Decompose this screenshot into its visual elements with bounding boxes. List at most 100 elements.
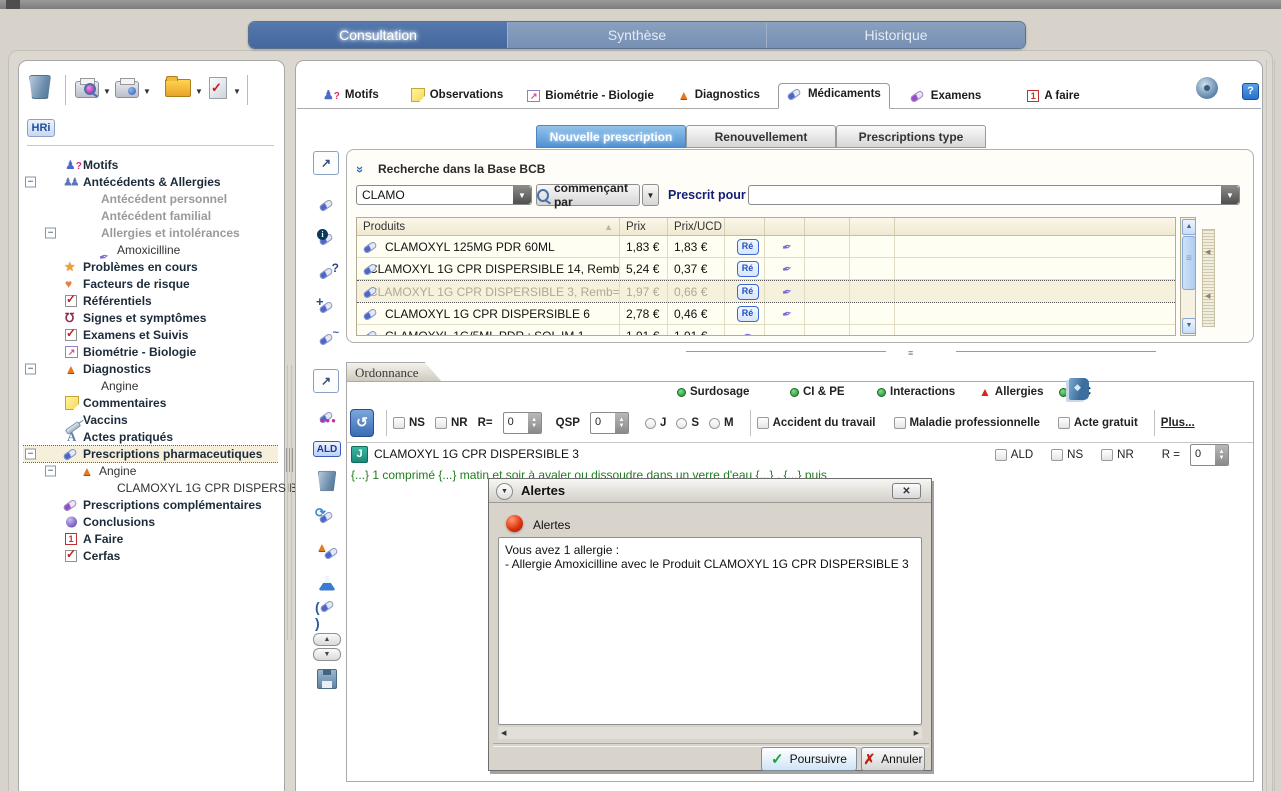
panel-splitter-grip[interactable]: [286, 448, 293, 472]
horizontal-splitter[interactable]: ≡: [686, 347, 1156, 355]
drug-info-button[interactable]: i: [315, 227, 339, 251]
move-down-button[interactable]: ▼: [313, 648, 341, 661]
tree-item-cerfas[interactable]: Cerfas: [23, 547, 278, 564]
referentiel-badge[interactable]: Ré: [737, 239, 759, 255]
expand-search-button[interactable]: ↗: [313, 151, 339, 175]
annuler-button[interactable]: ✗ Annuler: [861, 747, 925, 771]
referentiel-badge[interactable]: Ré: [737, 261, 759, 277]
move-up-button[interactable]: ▲: [313, 633, 341, 646]
tab-diagnostics[interactable]: ▲ Diagnostics: [670, 84, 768, 108]
scroll-left-icon[interactable]: ◀: [501, 729, 506, 737]
tree-item-clamoxyl[interactable]: CLAMOXYL 1G CPR DISPERSIBLE: [23, 479, 278, 496]
col-prix[interactable]: Prix: [620, 218, 668, 235]
subtab-nouvelle-prescription[interactable]: Nouvelle prescription: [536, 125, 686, 148]
tree-item-actes[interactable]: A Actes pratiqués: [23, 428, 278, 445]
collapse-toggle[interactable]: −: [25, 176, 36, 187]
dialog-titlebar[interactable]: ▼ Alertes ✕: [489, 479, 931, 503]
tree-item-prescriptions-compl[interactable]: Prescriptions complémentaires: [23, 496, 278, 513]
top-tab-historique[interactable]: Historique: [767, 22, 1025, 48]
jours-radio[interactable]: [645, 418, 656, 429]
tree-item-examens-suivis[interactable]: Examens et Suivis: [23, 326, 278, 343]
splitter-left-icon[interactable]: ◀: [1205, 292, 1210, 300]
close-button[interactable]: ✕: [892, 483, 921, 499]
plus-link[interactable]: Plus...: [1161, 417, 1195, 429]
tree-item-problemes[interactable]: ★ Problèmes en cours: [23, 258, 278, 275]
open-folder-button[interactable]: [165, 79, 195, 109]
save-button[interactable]: [315, 667, 339, 691]
col-prix-ucd[interactable]: Prix/UCD: [668, 218, 725, 235]
mois-radio[interactable]: [709, 418, 720, 429]
nr-checkbox[interactable]: [435, 417, 447, 429]
validate-dropdown-arrow[interactable]: ▼: [233, 87, 241, 96]
drug-equivalent-button[interactable]: ~: [315, 327, 339, 351]
help-button[interactable]: ?: [1242, 83, 1259, 100]
rx-r-spinner[interactable]: 0▲▼: [1190, 444, 1229, 466]
splitter-left-icon[interactable]: ◀: [1205, 248, 1210, 256]
collapse-toggle[interactable]: −: [25, 363, 36, 374]
dialog-horizontal-scrollbar[interactable]: ◀ ▶: [498, 727, 922, 739]
tree-item-biometrie[interactable]: ↗ Biométrie - Biologie: [23, 343, 278, 360]
semaines-radio[interactable]: [676, 418, 687, 429]
dropdown-arrow-icon[interactable]: ▼: [1221, 186, 1239, 204]
acte-gratuit-checkbox[interactable]: [1058, 417, 1070, 429]
tree-item-amoxicilline[interactable]: ✒ Amoxicilline: [23, 241, 278, 258]
tree-item-angine-diag[interactable]: Angine: [23, 377, 278, 394]
r-spinner[interactable]: 0▲▼: [503, 412, 542, 434]
top-tab-consultation[interactable]: Consultation: [249, 22, 508, 48]
feather-slash-icon[interactable]: ✒: [781, 260, 794, 276]
tab-a-faire[interactable]: 1 A faire: [1019, 86, 1087, 108]
hri-button[interactable]: HRi: [27, 119, 55, 137]
feather-slash-icon[interactable]: ✒: [741, 327, 754, 336]
print-prescription-button[interactable]: [75, 81, 105, 111]
alert-message-box[interactable]: Vous avez 1 allergie : - Allergie Amoxic…: [498, 537, 922, 725]
tree-item-antecedent-personnel[interactable]: Antécédent personnel: [23, 190, 278, 207]
tree-item-commentaires[interactable]: Commentaires: [23, 394, 278, 411]
renew-drug-button[interactable]: ⟳: [315, 505, 339, 529]
referentiel-badge[interactable]: Ré: [737, 284, 759, 300]
tree-item-motifs[interactable]: ♟? Motifs: [23, 156, 278, 173]
tree-item-facteurs-risque[interactable]: ♥ Facteurs de risque: [23, 275, 278, 292]
expand-ordonnance-button[interactable]: ↗: [313, 369, 339, 393]
collapse-chevrons-icon[interactable]: »: [353, 166, 368, 171]
referentiel-badge[interactable]: Ré: [737, 306, 759, 322]
link-diagnostic-button[interactable]: ▲: [315, 539, 339, 563]
tab-observations[interactable]: Observations: [403, 84, 512, 108]
tree-item-referentiels[interactable]: Référentiels: [23, 292, 278, 309]
tree-item-diagnostics[interactable]: − ▲ Diagnostics: [23, 360, 278, 377]
scroll-right-icon[interactable]: ▶: [914, 729, 919, 737]
accident-travail-checkbox[interactable]: [757, 417, 769, 429]
product-row[interactable]: CLAMOXYL 125MG PDR 60ML 1,83 € 1,83 € Ré…: [357, 236, 1175, 258]
settings-button[interactable]: [1196, 77, 1222, 103]
tree-item-antecedents[interactable]: − ♟♟ Antécédents & Allergies: [23, 173, 278, 190]
maladie-pro-checkbox[interactable]: [894, 417, 906, 429]
folder-dropdown-arrow[interactable]: ▼: [195, 87, 203, 96]
print-dropdown-arrow[interactable]: ▼: [103, 87, 111, 96]
subtab-prescriptions-type[interactable]: Prescriptions type: [836, 125, 986, 148]
table-header-row[interactable]: Produits▲ Prix Prix/UCD: [357, 218, 1175, 236]
collapse-toggle[interactable]: −: [45, 227, 56, 238]
product-row[interactable]: CLAMOXYL 1G CPR DISPERSIBLE 6 2,78 € 0,4…: [357, 303, 1175, 325]
qsp-spinner[interactable]: 0▲▼: [590, 412, 629, 434]
bcb-book-icon[interactable]: [1069, 378, 1089, 400]
scroll-up-icon[interactable]: ▲: [1182, 219, 1196, 235]
ald-button[interactable]: ALD: [313, 441, 341, 457]
rx-nr-checkbox[interactable]: [1101, 449, 1113, 461]
feather-slash-icon[interactable]: ✒: [781, 283, 794, 299]
collapse-toggle[interactable]: −: [25, 449, 36, 460]
col-produits[interactable]: Produits▲: [357, 218, 620, 235]
rx-ns-checkbox[interactable]: [1051, 449, 1063, 461]
scroll-thumb[interactable]: [1182, 236, 1196, 290]
search-mode-dropdown[interactable]: ▼: [642, 184, 659, 206]
tree-item-conclusions[interactable]: Conclusions: [23, 513, 278, 530]
drug-search-combobox[interactable]: CLAMO ▼: [356, 185, 532, 205]
dialog-menu-button[interactable]: ▼: [496, 483, 513, 500]
reset-button[interactable]: ↺: [350, 409, 374, 437]
feather-slash-icon[interactable]: ✒: [781, 305, 794, 321]
collapse-toggle[interactable]: −: [45, 465, 56, 476]
tab-medicaments[interactable]: Médicaments: [778, 83, 890, 109]
poursuivre-button[interactable]: ✓ Poursuivre: [761, 747, 857, 771]
tree-item-antecedent-familial[interactable]: Antécédent familial: [23, 207, 278, 224]
tree-item-prescriptions-pharma[interactable]: − Prescriptions pharmaceutiques: [23, 445, 278, 463]
scroll-down-icon[interactable]: ▼: [1182, 318, 1196, 334]
dropdown-arrow-icon[interactable]: ▼: [513, 186, 531, 204]
